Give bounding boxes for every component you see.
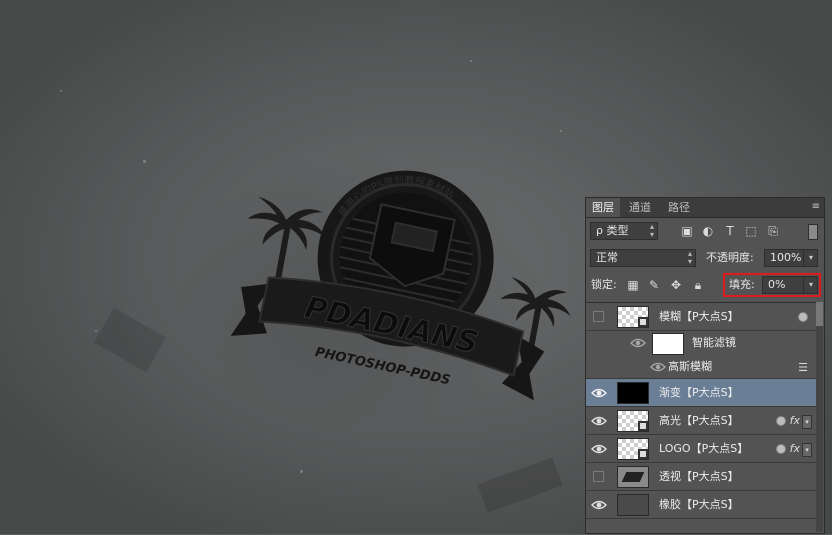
eye-icon[interactable]	[650, 359, 666, 375]
layer-row-selected[interactable]: 渐变【P大点S】	[586, 379, 816, 407]
smart-object-icon	[638, 317, 648, 327]
blend-mode-value: 正常	[596, 251, 618, 264]
layer-name: 高光【P大点S】	[659, 414, 739, 427]
filter-options-icon[interactable]: ☰	[798, 361, 808, 374]
expand-effects-icon[interactable]: ▾	[802, 443, 812, 457]
layer-row[interactable]: 模糊【P大点S】	[586, 303, 816, 331]
eye-icon[interactable]	[630, 335, 646, 351]
expand-effects-icon[interactable]: ▾	[802, 415, 812, 429]
layer-row[interactable]: 透视【P大点S】	[586, 463, 816, 491]
eye-icon[interactable]	[591, 441, 607, 457]
lock-position-icon[interactable]: ✥	[669, 278, 683, 292]
layer-thumbnail	[617, 438, 649, 460]
spinner-arrows-icon: ▴ ▾	[687, 249, 692, 266]
layers-panel: 图层 通道 路径 ≡ ρ 类型 ▴ ▾ ▣ ◐ T ⬚ ⎘ 正常 ▴ ▾ 不透明度:…	[585, 197, 825, 534]
eye-icon[interactable]	[591, 497, 607, 513]
layer-thumbnail	[617, 410, 649, 432]
texture-speck	[560, 130, 562, 132]
layer-row[interactable]: 高光【P大点S】 fx ▾	[586, 407, 816, 435]
layers-list: 模糊【P大点S】 智能滤镜 高斯模糊 ☰ 渐变【P大点S】 高光【P大点S】 f…	[586, 302, 816, 535]
perspective-shape-icon	[621, 472, 645, 482]
layer-row[interactable]: LOGO【P大点S】 fx ▾	[586, 435, 816, 463]
fx-icon[interactable]: fx	[790, 407, 800, 435]
texture-speck	[300, 470, 303, 473]
smart-object-icon	[638, 421, 648, 431]
spinner-arrows-icon: ▴ ▾	[649, 222, 654, 239]
tab-layers[interactable]: 图层	[586, 198, 620, 217]
type-filter-icon[interactable]: T	[723, 224, 737, 238]
fill-highlight-box	[723, 273, 821, 297]
texture-speck	[470, 60, 472, 62]
lock-all-icon[interactable]: 🔒︎	[691, 278, 705, 292]
texture-speck	[60, 90, 62, 92]
texture-scratch	[477, 457, 563, 513]
texture-scratch	[94, 307, 166, 373]
pdadians-logo: 最用心的PS原创教程素材站 PDADIANS PHOTOSHOP-PDDS	[230, 170, 571, 400]
filter-row-gaussian-blur[interactable]: 高斯模糊 ☰	[586, 355, 816, 379]
smart-filters-row[interactable]: 智能滤镜	[586, 331, 816, 355]
lock-transparent-icon[interactable]: ▦	[626, 278, 640, 292]
layer-thumbnail	[617, 494, 649, 516]
layer-thumbnail	[617, 466, 649, 488]
adjustment-filter-icon[interactable]: ◐	[701, 224, 715, 238]
eye-icon[interactable]	[591, 385, 607, 401]
layer-name: 透视【P大点S】	[659, 470, 739, 483]
filter-toggle-switch[interactable]	[808, 224, 818, 240]
image-filter-icon[interactable]: ▣	[680, 224, 694, 238]
fx-icon[interactable]: fx	[790, 435, 800, 463]
layers-scrollbar[interactable]	[816, 302, 823, 532]
texture-speck	[143, 160, 146, 163]
smart-filters-label: 智能滤镜	[692, 336, 736, 349]
smart-filter-mask-thumbnail	[652, 333, 684, 355]
layer-name: 模糊【P大点S】	[659, 310, 739, 323]
panel-menu-icon[interactable]: ≡	[812, 201, 820, 213]
blend-mode-select[interactable]: 正常 ▴ ▾	[590, 249, 696, 267]
filter-row: ρ 类型 ▴ ▾ ▣ ◐ T ⬚ ⎘	[586, 220, 824, 242]
visibility-off-toggle[interactable]	[593, 471, 604, 482]
filter-kind-label: ρ 类型	[596, 224, 629, 237]
layer-name: 橡胶【P大点S】	[659, 498, 739, 511]
smart-filter-icon[interactable]: ⎘	[766, 224, 780, 238]
smart-object-icon	[638, 449, 648, 459]
scrollbar-thumb[interactable]	[816, 302, 823, 326]
blend-if-icon	[776, 416, 786, 426]
blend-if-icon	[776, 444, 786, 454]
opacity-label: 不透明度:	[706, 251, 754, 264]
visibility-off-toggle[interactable]	[593, 311, 604, 322]
filter-mask-icon	[798, 312, 808, 322]
opacity-field[interactable]: 100% ▾	[764, 249, 818, 267]
layer-thumbnail	[617, 382, 649, 404]
layer-name: 渐变【P大点S】	[659, 386, 739, 399]
shape-filter-icon[interactable]: ⬚	[744, 224, 758, 238]
opacity-value: 100%	[770, 251, 802, 264]
layer-thumbnail	[617, 306, 649, 328]
lock-image-icon[interactable]: ✎	[647, 278, 661, 292]
blend-row: 正常 ▴ ▾ 不透明度: 100% ▾	[586, 246, 824, 270]
panel-tab-bar: 图层 通道 路径 ≡	[586, 198, 824, 218]
layer-row[interactable]: 橡胶【P大点S】	[586, 491, 816, 519]
chevron-down-icon[interactable]: ▾	[803, 250, 818, 266]
tab-paths[interactable]: 路径	[662, 198, 696, 217]
lock-label: 锁定:	[591, 278, 617, 291]
texture-speck	[95, 330, 97, 332]
tab-channels[interactable]: 通道	[623, 198, 657, 217]
layer-name: LOGO【P大点S】	[659, 442, 749, 455]
eye-icon[interactable]	[591, 413, 607, 429]
filter-name: 高斯模糊	[668, 360, 712, 373]
filter-kind-select[interactable]: ρ 类型 ▴ ▾	[590, 222, 658, 240]
